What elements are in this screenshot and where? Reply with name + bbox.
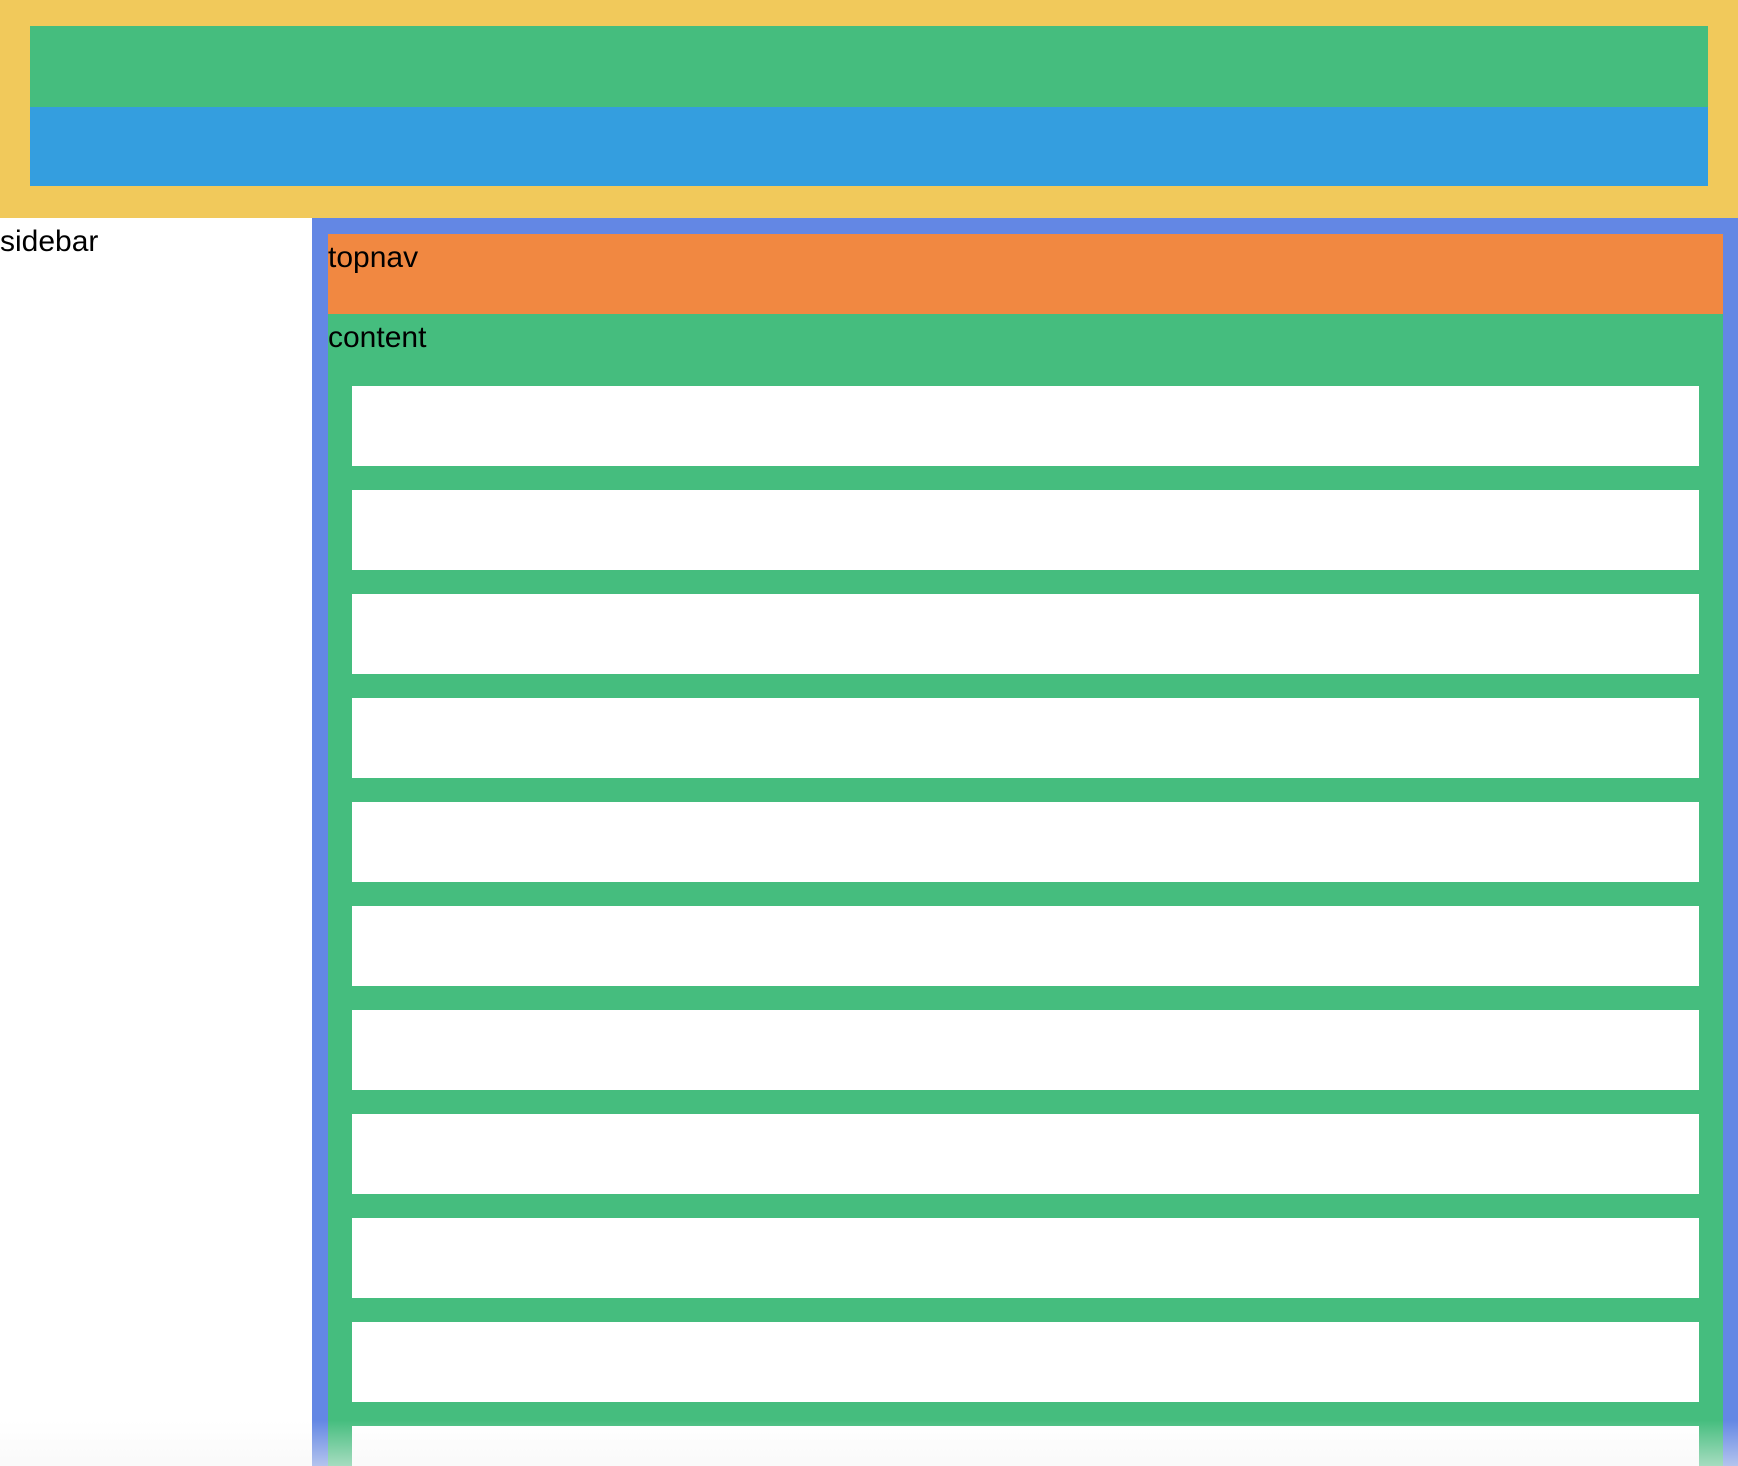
content-label: content	[328, 321, 427, 354]
topnav-label: topnav	[328, 241, 419, 274]
header	[0, 0, 1738, 218]
content-row	[352, 490, 1699, 570]
content-area: content	[328, 314, 1723, 1466]
content-row	[352, 386, 1699, 466]
content-row	[352, 594, 1699, 674]
content-row	[352, 1010, 1699, 1090]
header-bottom-band	[30, 107, 1708, 186]
content-row	[352, 1218, 1699, 1298]
topnav: topnav	[328, 234, 1723, 314]
main-frame: topnav content	[312, 218, 1738, 1466]
header-top-band	[30, 26, 1708, 107]
content-row	[352, 1114, 1699, 1194]
content-row	[352, 802, 1699, 882]
content-row	[352, 1426, 1699, 1466]
content-row	[352, 906, 1699, 986]
content-row	[352, 1322, 1699, 1402]
content-list	[352, 386, 1699, 1466]
sidebar-label: sidebar	[0, 225, 99, 258]
content-row	[352, 698, 1699, 778]
sidebar: sidebar	[0, 218, 312, 1466]
